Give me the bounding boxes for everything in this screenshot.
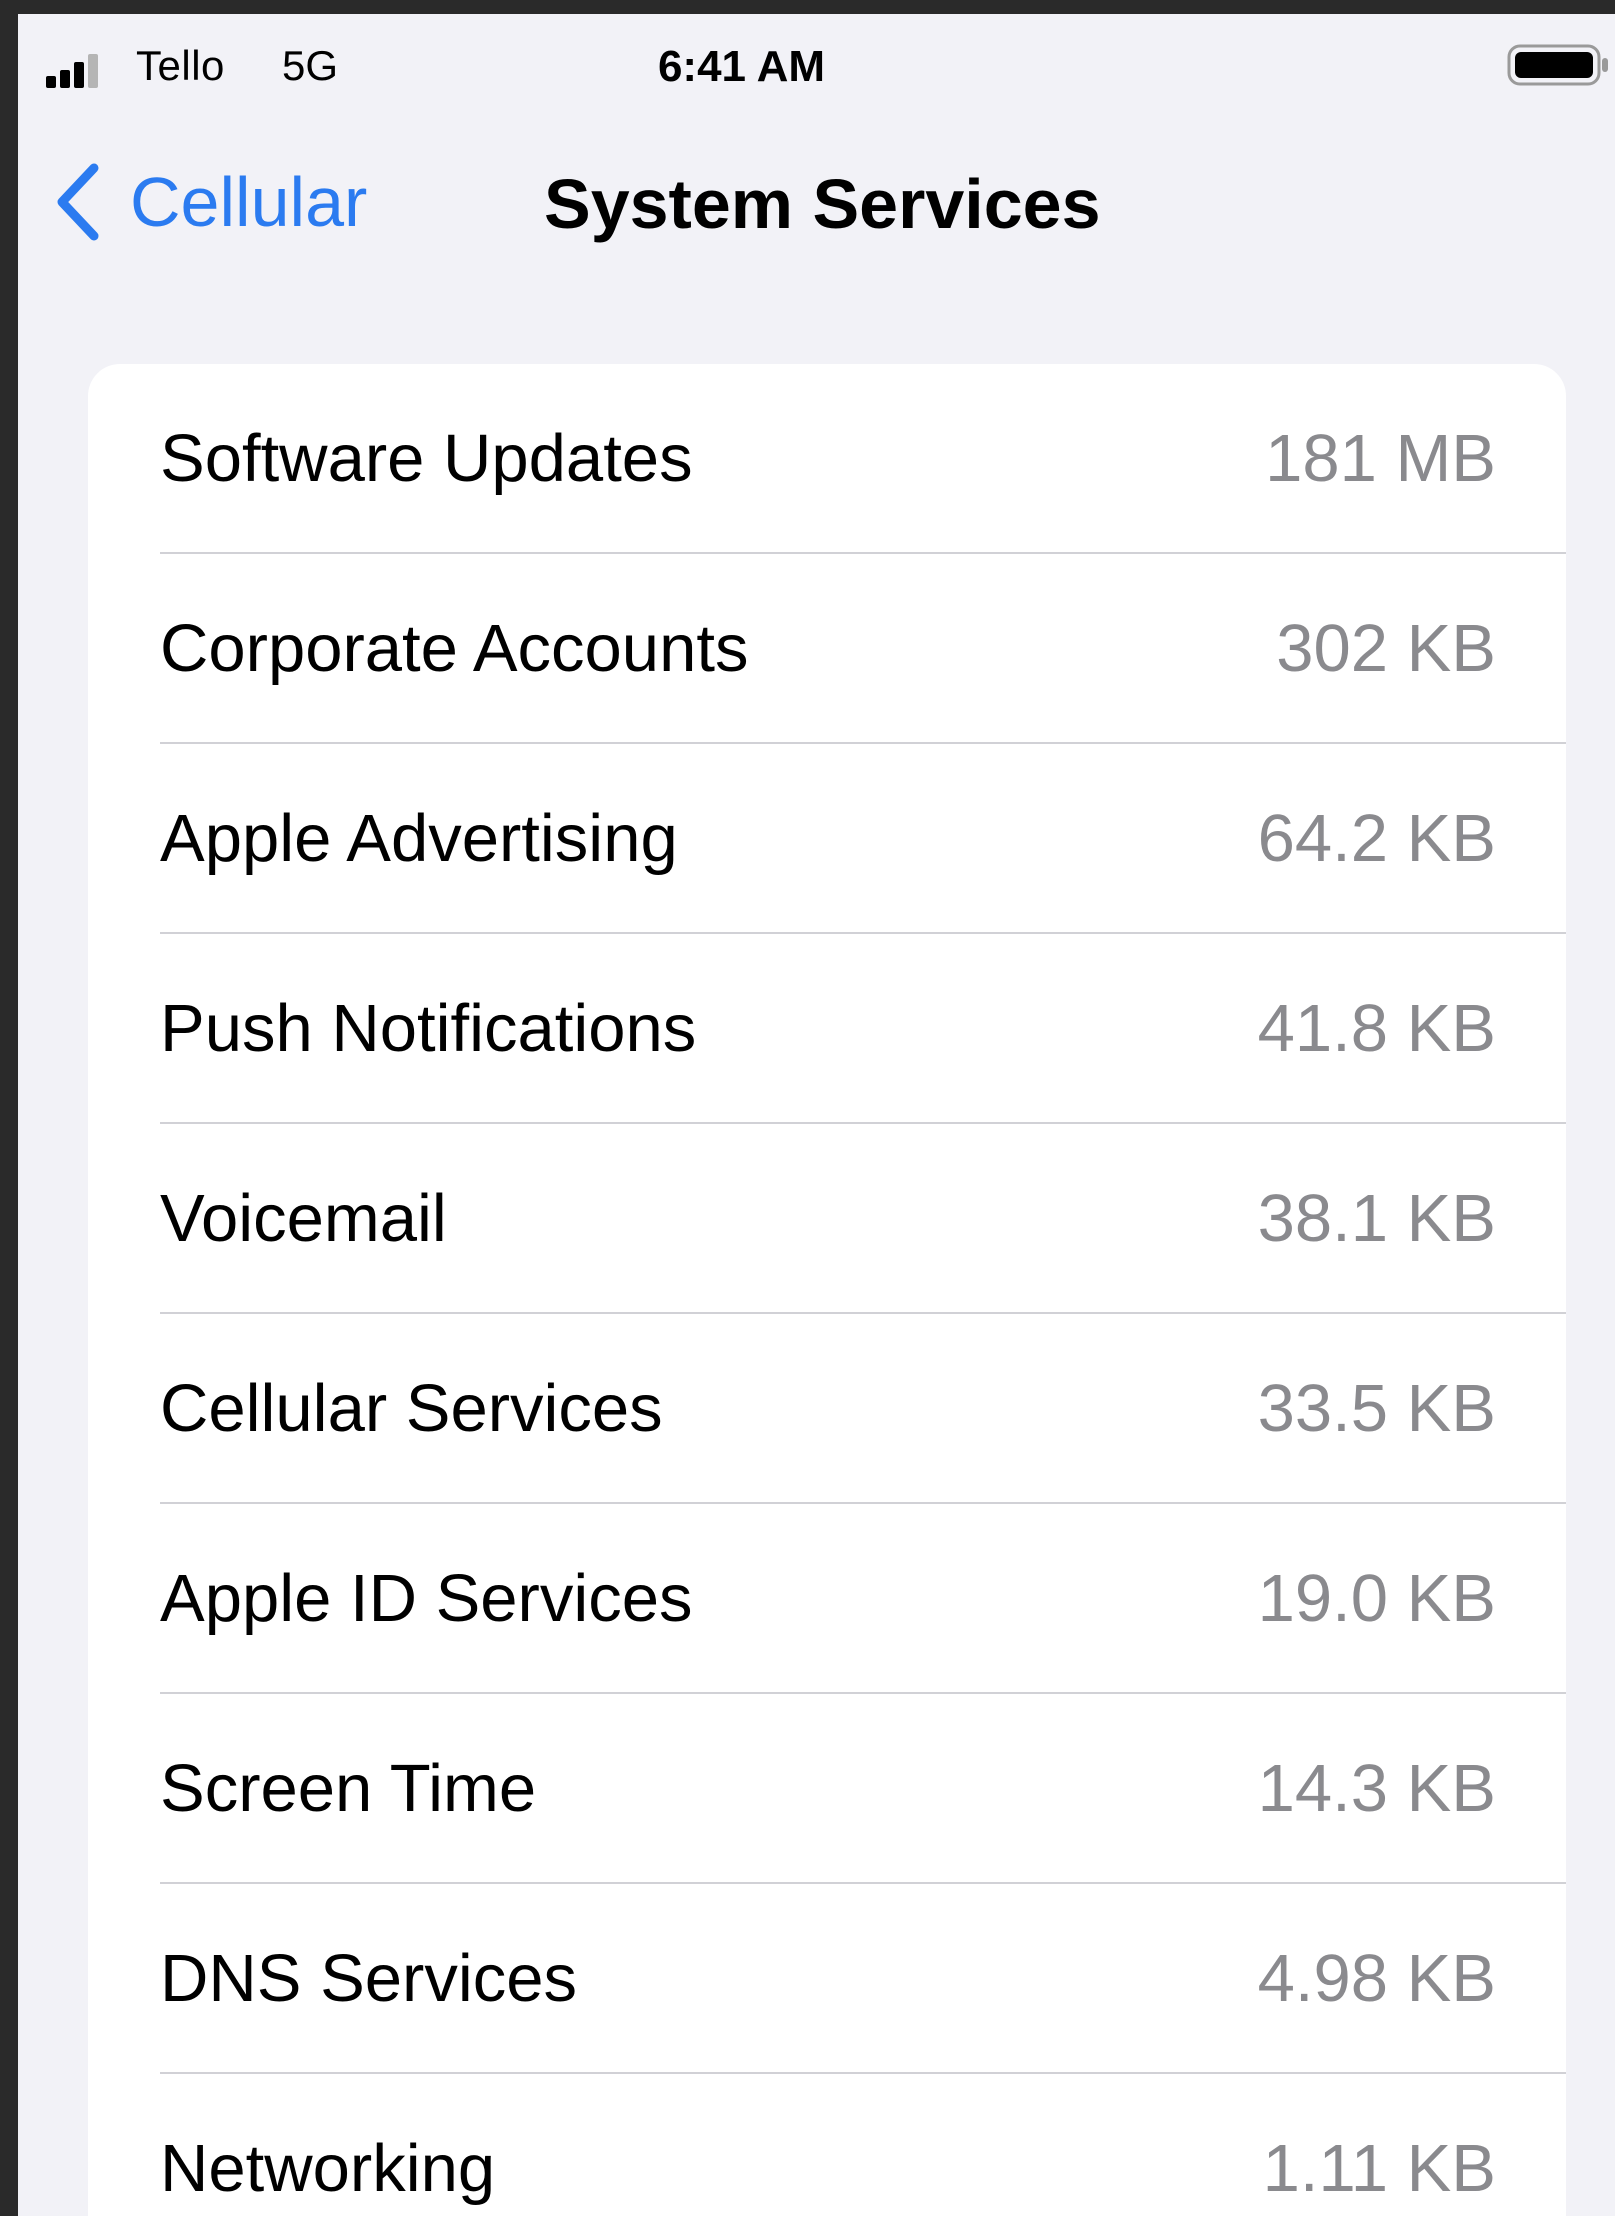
service-data-usage: 302 KB: [1276, 611, 1496, 686]
service-name: Software Updates: [160, 421, 693, 496]
status-bar: Tello 5G 6:41 AM: [18, 14, 1615, 104]
list-item-apple-id-services[interactable]: Apple ID Services 19.0 KB: [88, 1504, 1566, 1694]
service-name: Networking: [160, 2131, 496, 2206]
service-data-usage: 41.8 KB: [1257, 991, 1496, 1066]
service-data-usage: 19.0 KB: [1257, 1561, 1496, 1636]
service-data-usage: 14.3 KB: [1257, 1751, 1496, 1826]
service-name: Push Notifications: [160, 991, 697, 1066]
service-name: Apple ID Services: [160, 1561, 693, 1636]
list-item-corporate-accounts[interactable]: Corporate Accounts 302 KB: [88, 554, 1566, 744]
navigation-bar: Cellular System Services: [18, 134, 1615, 264]
service-name: Voicemail: [160, 1181, 447, 1256]
service-data-usage: 33.5 KB: [1257, 1371, 1496, 1446]
list-item-push-notifications[interactable]: Push Notifications 41.8 KB: [88, 934, 1566, 1124]
page-title: System Services: [544, 165, 1101, 243]
service-data-usage: 1.11 KB: [1262, 2131, 1496, 2206]
list-item-software-updates[interactable]: Software Updates 181 MB: [88, 364, 1566, 554]
status-time: 6:41 AM: [657, 42, 826, 91]
service-data-usage: 64.2 KB: [1257, 801, 1496, 876]
service-name: Screen Time: [160, 1751, 537, 1826]
battery-icon: [1507, 44, 1608, 86]
service-data-usage: 38.1 KB: [1257, 1181, 1496, 1256]
service-data-usage: 4.98 KB: [1257, 1941, 1496, 2016]
service-name: Apple Advertising: [160, 801, 678, 876]
chevron-left-icon: [57, 163, 99, 241]
service-name: DNS Services: [160, 1941, 577, 2016]
service-data-usage: 181 MB: [1265, 421, 1496, 496]
list-item-networking[interactable]: Networking 1.11 KB: [88, 2074, 1566, 2216]
back-button[interactable]: Cellular: [54, 162, 367, 242]
service-name: Corporate Accounts: [160, 611, 749, 686]
back-button-label: Cellular: [130, 163, 368, 241]
list-item-cellular-services[interactable]: Cellular Services 33.5 KB: [88, 1314, 1566, 1504]
list-item-screen-time[interactable]: Screen Time 14.3 KB: [88, 1694, 1566, 1884]
list-item-apple-advertising[interactable]: Apple Advertising 64.2 KB: [88, 744, 1566, 934]
phone-screen: Tello 5G 6:41 AM Cellular System Service…: [18, 14, 1615, 2216]
list-item-dns-services[interactable]: DNS Services 4.98 KB: [88, 1884, 1566, 2074]
service-name: Cellular Services: [160, 1371, 663, 1446]
list-item-voicemail[interactable]: Voicemail 38.1 KB: [88, 1124, 1566, 1314]
system-services-list: Software Updates 181 MB Corporate Accoun…: [88, 364, 1566, 2216]
